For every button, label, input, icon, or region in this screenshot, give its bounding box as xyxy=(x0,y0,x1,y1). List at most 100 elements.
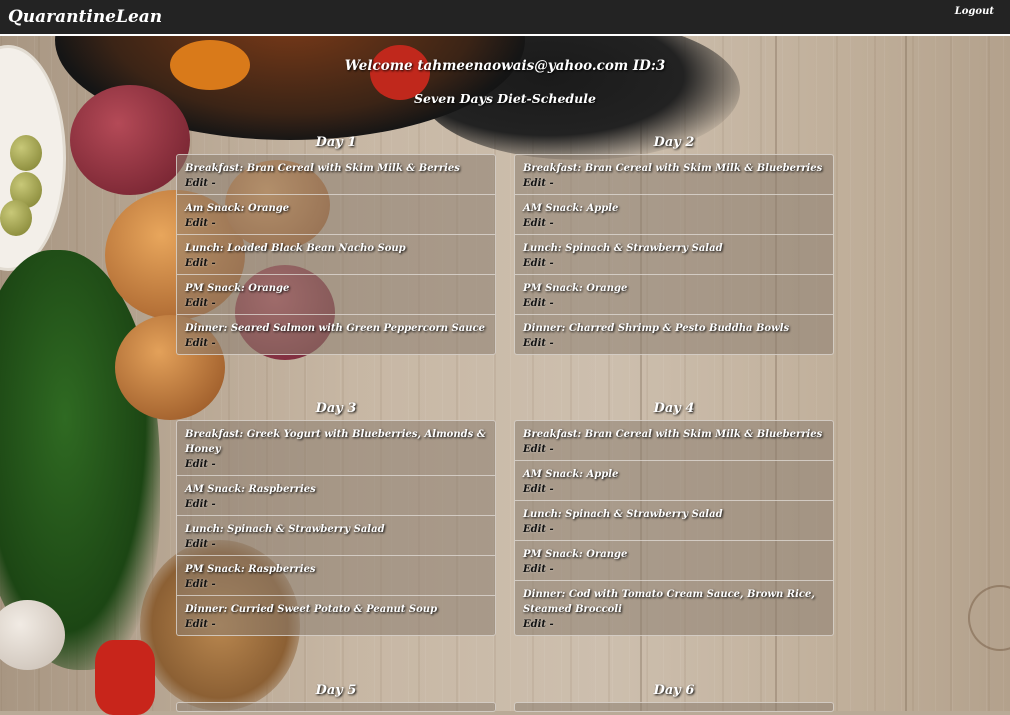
edit-link[interactable]: Edit xyxy=(185,298,208,309)
edit-separator: - xyxy=(549,178,554,189)
day-card-6: Day 6 xyxy=(514,682,834,712)
edit-separator: - xyxy=(211,459,216,470)
day-title: Day 3 xyxy=(315,401,357,416)
edit-link[interactable]: Edit xyxy=(523,178,546,189)
edit-separator: - xyxy=(549,258,554,269)
wood-plank-line xyxy=(905,36,907,711)
meal-list: Breakfast: Bran Cereal with Skim Milk & … xyxy=(176,154,496,355)
logout-link[interactable]: Logout xyxy=(955,6,994,17)
edit-link[interactable]: Edit xyxy=(523,524,546,535)
meal-text: Lunch: Loaded Black Bean Nacho Soup xyxy=(185,243,406,254)
meal-text: PM Snack: Orange xyxy=(523,283,628,294)
meal-text: PM Snack: Raspberries xyxy=(185,564,316,575)
brand-link[interactable]: QuarantineLean xyxy=(8,7,162,27)
edit-separator: - xyxy=(549,444,554,455)
meal-text: Breakfast: Bran Cereal with Skim Milk & … xyxy=(185,163,460,174)
edit-separator: - xyxy=(211,579,216,590)
day-title: Day 1 xyxy=(315,135,357,150)
meal-item: Lunch: Spinach & Strawberry Salad Edit - xyxy=(515,500,833,540)
meal-item: PM Snack: Orange Edit - xyxy=(177,274,495,314)
meal-text: Breakfast: Greek Yogurt with Blueberries… xyxy=(185,429,486,455)
meal-item: Lunch: Loaded Black Bean Nacho Soup Edit … xyxy=(177,234,495,274)
edit-link[interactable]: Edit xyxy=(185,218,208,229)
edit-link[interactable]: Edit xyxy=(523,258,546,269)
edit-link[interactable]: Edit xyxy=(185,338,208,349)
day-card-2: Day 2 Breakfast: Bran Cereal with Skim M… xyxy=(514,134,834,355)
meal-item: Breakfast: Greek Yogurt with Blueberries… xyxy=(177,421,495,475)
day-card-5: Day 5 xyxy=(176,682,496,712)
meal-item: AM Snack: Apple Edit - xyxy=(515,194,833,234)
edit-link[interactable]: Edit xyxy=(185,178,208,189)
meal-item: Dinner: Seared Salmon with Green Pepperc… xyxy=(177,314,495,354)
schedule-title: Seven Days Diet-Schedule xyxy=(414,91,596,106)
meal-list: Breakfast: Bran Cereal with Skim Milk & … xyxy=(514,420,834,636)
meal-text: Dinner: Cod with Tomato Cream Sauce, Bro… xyxy=(523,589,815,615)
day-title: Day 2 xyxy=(653,135,695,150)
meal-item: PM Snack: Raspberries Edit - xyxy=(177,555,495,595)
edit-separator: - xyxy=(549,338,554,349)
edit-separator: - xyxy=(549,484,554,495)
edit-link[interactable]: Edit xyxy=(185,619,208,630)
edit-link[interactable]: Edit xyxy=(523,619,546,630)
edit-separator: - xyxy=(211,499,216,510)
edit-separator: - xyxy=(549,564,554,575)
meal-item: Breakfast: Bran Cereal with Skim Milk & … xyxy=(515,421,833,460)
meal-text: AM Snack: Apple xyxy=(523,469,619,480)
edit-separator: - xyxy=(211,178,216,189)
meal-text: Am Snack: Orange xyxy=(185,203,290,214)
day-title: Day 4 xyxy=(653,401,695,416)
edit-separator: - xyxy=(549,298,554,309)
meal-text: AM Snack: Apple xyxy=(523,203,619,214)
edit-link[interactable]: Edit xyxy=(185,499,208,510)
welcome-message: Welcome tahmeenaowais@yahoo.com ID:3 xyxy=(344,58,666,74)
edit-separator: - xyxy=(211,298,216,309)
meal-item: Lunch: Spinach & Strawberry Salad Edit - xyxy=(177,515,495,555)
twine-image xyxy=(95,640,155,715)
edit-link[interactable]: Edit xyxy=(523,444,546,455)
edit-link[interactable]: Edit xyxy=(523,338,546,349)
edit-link[interactable]: Edit xyxy=(185,258,208,269)
edit-separator: - xyxy=(211,338,216,349)
meal-list: Breakfast: Greek Yogurt with Blueberries… xyxy=(176,420,496,636)
edit-separator: - xyxy=(549,524,554,535)
day-title: Day 6 xyxy=(653,683,695,698)
meal-item: Am Snack: Orange Edit - xyxy=(177,194,495,234)
edit-link[interactable]: Edit xyxy=(523,298,546,309)
meal-item: Lunch: Spinach & Strawberry Salad Edit - xyxy=(515,234,833,274)
edit-link[interactable]: Edit xyxy=(185,539,208,550)
edit-link[interactable]: Edit xyxy=(523,564,546,575)
meal-item: PM Snack: Orange Edit - xyxy=(515,274,833,314)
meal-item: PM Snack: Orange Edit - xyxy=(515,540,833,580)
edit-link[interactable]: Edit xyxy=(185,459,208,470)
edit-separator: - xyxy=(549,218,554,229)
day-card-4: Day 4 Breakfast: Bran Cereal with Skim M… xyxy=(514,400,834,636)
edit-separator: - xyxy=(549,619,554,630)
meal-text: Dinner: Curried Sweet Potato & Peanut So… xyxy=(185,604,438,615)
olive-image xyxy=(0,200,32,236)
olive-image xyxy=(10,135,42,171)
day-card-3: Day 3 Breakfast: Greek Yogurt with Blueb… xyxy=(176,400,496,636)
meal-item: Breakfast: Bran Cereal with Skim Milk & … xyxy=(177,155,495,194)
meal-text: AM Snack: Raspberries xyxy=(185,484,316,495)
meal-text: Lunch: Spinach & Strawberry Salad xyxy=(523,243,723,254)
edit-link[interactable]: Edit xyxy=(523,218,546,229)
edit-link[interactable]: Edit xyxy=(523,484,546,495)
meal-list: Breakfast: Bran Cereal with Skim Milk & … xyxy=(514,154,834,355)
meal-text: Dinner: Seared Salmon with Green Pepperc… xyxy=(185,323,485,334)
meal-item: Dinner: Charred Shrimp & Pesto Buddha Bo… xyxy=(515,314,833,354)
meal-item: Dinner: Curried Sweet Potato & Peanut So… xyxy=(177,595,495,635)
meal-text: Breakfast: Bran Cereal with Skim Milk & … xyxy=(523,429,823,440)
meal-item: Dinner: Cod with Tomato Cream Sauce, Bro… xyxy=(515,580,833,635)
meal-text: Dinner: Charred Shrimp & Pesto Buddha Bo… xyxy=(523,323,790,334)
day-card-1: Day 1 Breakfast: Bran Cereal with Skim M… xyxy=(176,134,496,355)
meal-text: PM Snack: Orange xyxy=(523,549,628,560)
meal-text: PM Snack: Orange xyxy=(185,283,290,294)
edit-separator: - xyxy=(211,218,216,229)
meal-text: Lunch: Spinach & Strawberry Salad xyxy=(185,524,385,535)
day-title: Day 5 xyxy=(315,683,357,698)
edit-separator: - xyxy=(211,619,216,630)
meal-text: Breakfast: Bran Cereal with Skim Milk & … xyxy=(523,163,823,174)
meal-text: Lunch: Spinach & Strawberry Salad xyxy=(523,509,723,520)
edit-link[interactable]: Edit xyxy=(185,579,208,590)
meal-item: AM Snack: Raspberries Edit - xyxy=(177,475,495,515)
